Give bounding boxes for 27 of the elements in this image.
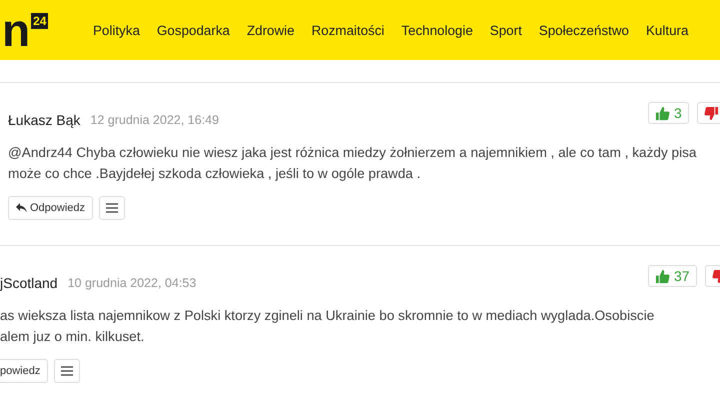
reply-button[interactable]: Odpowiedz [8, 196, 94, 220]
comment-author: Łukasz Bąk [8, 112, 80, 128]
dislike-button[interactable] [696, 102, 720, 124]
thumbs-up-icon [655, 268, 670, 284]
nav-link[interactable]: Sport [490, 22, 522, 38]
comment-date: 10 grudnia 2022, 04:53 [68, 276, 196, 290]
comment-text: as wieksza lista najemnikow z Polski ktorzy zgineli na Ukrainie bo skromnie to w mediach wyglada.Osobiscie alem juz o min. kilkuset. [0, 307, 656, 346]
nav-link[interactable]: Technologie [401, 22, 473, 38]
reply-button[interactable]: powiedz [0, 359, 48, 383]
menu-button[interactable] [99, 196, 126, 220]
logo-text[interactable]: n [2, 7, 30, 53]
menu-icon [61, 366, 74, 376]
nav-link[interactable]: Gospodarka [156, 22, 230, 38]
nav-link[interactable]: Polityka [93, 22, 140, 38]
comment-text: @Andrz44 Chyba człowieku nie wiesz jaka jest różnica miedzy żołnierzem a najemnikiem , ale co tam , każdy pisa może co chce .Bayjdełej szkoda człowieka , jeśli to w ogóle prawda . [8, 144, 698, 183]
menu-button[interactable] [54, 359, 80, 383]
comment-date: 12 grudnia 2022, 16:49 [90, 113, 219, 127]
comment-author: jScotland [0, 275, 58, 291]
menu-icon [106, 203, 118, 213]
thumbs-up-icon [655, 106, 670, 120]
nav-link[interactable]: Społeczeństwo [538, 22, 629, 38]
nav-link[interactable]: Kultura [646, 22, 688, 38]
thumbs-down-icon [704, 106, 719, 120]
logo-badge[interactable]: 24 [31, 13, 48, 29]
reply-icon [16, 203, 27, 213]
nav-link[interactable]: Zdrowie [246, 22, 294, 38]
nav-link[interactable]: Rozmaitości [311, 22, 384, 38]
